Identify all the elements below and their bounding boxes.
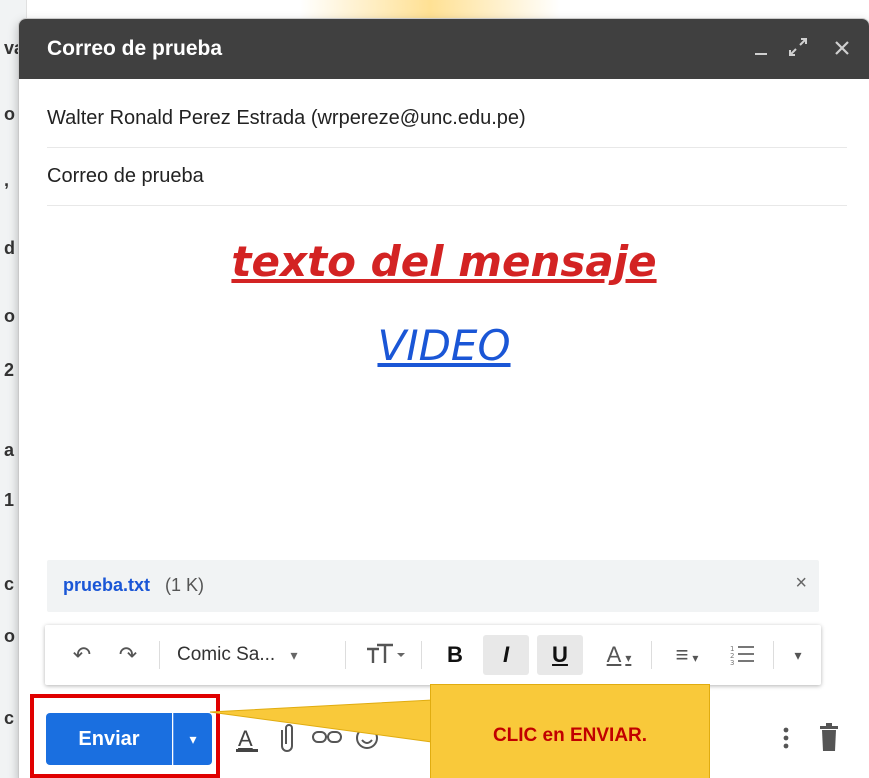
numbered-list-button[interactable]: 123 (721, 625, 765, 685)
align-button[interactable]: ≡ ▾ (661, 625, 713, 685)
insert-link-icon[interactable] (310, 718, 344, 758)
toolbar-divider (773, 641, 774, 669)
toolbar-divider (651, 641, 652, 669)
screen: va o , d o 2 a 1 c o c Correo de prueba … (0, 0, 869, 778)
background-fragment: 2 (4, 360, 15, 380)
attachment-size: (1 K) (165, 575, 205, 595)
emoji-icon[interactable] (350, 718, 384, 758)
to-recipient: Walter Ronald Perez Estrada (wrpereze@un… (47, 107, 526, 129)
send-button[interactable]: Enviar (46, 713, 172, 765)
italic-button[interactable]: I (483, 635, 529, 675)
redo-icon[interactable]: ↷ (111, 625, 145, 685)
undo-icon[interactable]: ↶ (65, 625, 99, 685)
expand-icon[interactable] (783, 33, 813, 63)
text-color-icon: A (606, 642, 622, 667)
compose-header[interactable]: Correo de prueba (19, 19, 869, 79)
font-family-value: Comic Sa... (177, 644, 276, 665)
toolbar-divider (345, 641, 346, 669)
callout-text: CLIC en ENVIAR. (492, 725, 648, 746)
attachment-name[interactable]: prueba.txt (63, 575, 150, 596)
chevron-down-icon: ▾ (625, 651, 632, 665)
message-body-line[interactable]: texto del mensaje (19, 237, 869, 286)
background-fragment: a (4, 440, 15, 460)
svg-text:A: A (238, 726, 253, 751)
underline-button[interactable]: U (537, 635, 583, 675)
formatting-toolbar: ↶ ↷ Comic Sa... ▾ B I U A ▾ ≡ ▾ 123 ▾ (45, 625, 821, 685)
chevron-down-icon: ▾ (692, 651, 699, 665)
background-fragment: , (4, 170, 10, 190)
toolbar-divider (159, 641, 160, 669)
font-size-icon[interactable] (357, 625, 413, 685)
toolbar-divider (421, 641, 422, 669)
attachment-remove-icon[interactable]: × (795, 572, 807, 595)
background-fragment: 1 (4, 490, 15, 510)
subject-field[interactable]: Correo de prueba (47, 147, 847, 206)
to-field[interactable]: Walter Ronald Perez Estrada (wrpereze@un… (47, 89, 847, 148)
bold-button[interactable]: B (435, 625, 475, 685)
background-fragment: o (4, 626, 15, 646)
text-format-icon[interactable]: A (230, 718, 264, 758)
close-icon[interactable] (827, 33, 857, 63)
subject-value: Correo de prueba (47, 165, 204, 187)
more-formatting-icon[interactable]: ▾ (783, 625, 813, 685)
chevron-down-icon: ▾ (290, 647, 298, 663)
callout-box: CLIC en ENVIAR. (430, 684, 710, 778)
background-fragment: o (4, 306, 15, 326)
background-fragment: o (4, 104, 15, 124)
message-body-video-link[interactable]: VIDEO (19, 321, 869, 370)
background-fragment: c (4, 708, 15, 728)
background-fragment: d (4, 238, 15, 258)
font-family-select[interactable]: Comic Sa... ▾ (177, 625, 298, 685)
text-color-button[interactable]: A ▾ (595, 625, 643, 685)
trash-icon[interactable] (814, 718, 844, 758)
attachment-chip[interactable]: prueba.txt (1 K) × (47, 560, 819, 612)
compose-window: Correo de prueba Walter Ronald Perez Est… (18, 18, 869, 778)
attach-file-icon[interactable] (270, 718, 304, 758)
compose-title: Correo de prueba (47, 37, 223, 60)
background-fragment: c (4, 574, 15, 594)
svg-text:3: 3 (730, 659, 734, 667)
more-options-icon[interactable] (774, 718, 798, 758)
send-options-button[interactable]: ▾ (173, 713, 212, 765)
minimize-icon[interactable] (747, 33, 777, 63)
align-icon: ≡ (675, 642, 689, 667)
